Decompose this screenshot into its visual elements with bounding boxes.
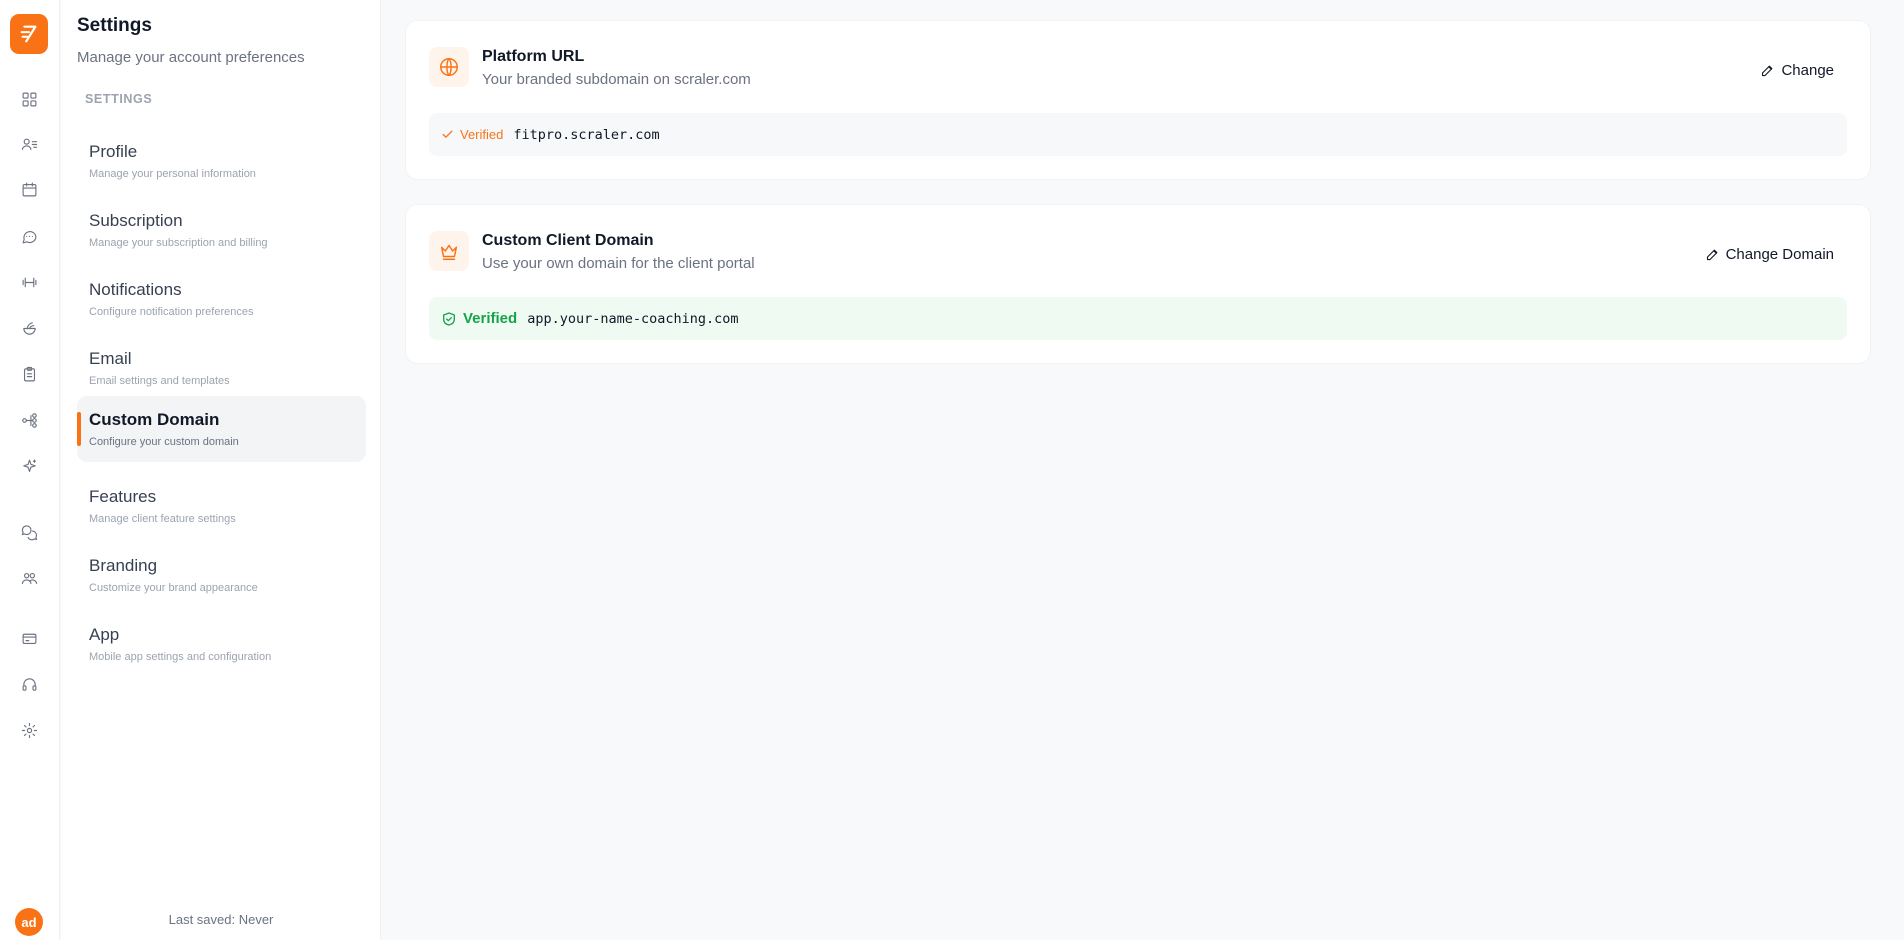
sidebar-item-label: Features — [89, 487, 157, 506]
sidebar-item-subscription[interactable]: Subscription Manage your subscription an… — [77, 197, 366, 263]
avatar[interactable]: ad — [15, 908, 43, 936]
verified-label: Verified — [463, 310, 518, 327]
check-icon — [442, 130, 453, 138]
settings-panel: Settings Manage your account preferences… — [61, 0, 381, 940]
calendar-icon[interactable] — [20, 180, 38, 198]
page-subtitle: Manage your account preferences — [77, 49, 305, 66]
globe-icon — [429, 47, 469, 87]
platform-url-card: Platform URL Your branded subdomain on s… — [405, 20, 1871, 180]
sidebar-item-desc: Configure your custom domain — [89, 436, 239, 448]
sidebar-item-custom-domain[interactable]: Custom Domain Configure your custom doma… — [77, 396, 366, 462]
shield-check-icon — [443, 311, 455, 326]
last-saved-status: Last saved: Never — [168, 912, 274, 927]
sidebar-item-notifications[interactable]: Notifications Configure notification pre… — [77, 266, 366, 332]
custom-domain-value: app.your-name-coaching.com — [527, 310, 739, 327]
sidebar-item-profile[interactable]: Profile Manage your personal information — [77, 128, 366, 194]
sidebar-item-app[interactable]: App Mobile app settings and configuratio… — [77, 611, 366, 677]
change-domain-button[interactable]: Change Domain — [1705, 241, 1834, 267]
dashboard-icon[interactable] — [20, 90, 38, 108]
clipboard-icon[interactable] — [20, 365, 38, 383]
sidebar-item-desc: Manage your personal information — [89, 168, 256, 180]
change-domain-button-label: Change Domain — [1725, 245, 1834, 263]
card-title: Platform URL — [482, 48, 585, 65]
crown-icon — [429, 231, 469, 271]
sidebar-item-desc: Manage client feature settings — [89, 513, 236, 525]
verified-status: Verified — [441, 310, 517, 327]
sidebar-item-email[interactable]: Email Email settings and templates — [77, 335, 366, 401]
settings-icon[interactable] — [20, 721, 38, 739]
verified-label: Verified — [460, 127, 504, 142]
card-subtitle: Use your own domain for the client porta… — [482, 255, 755, 272]
workouts-icon[interactable] — [20, 273, 38, 291]
verified-status: Verified — [441, 127, 503, 142]
change-button-label: Change — [1781, 61, 1834, 79]
support-icon[interactable] — [20, 675, 38, 693]
sidebar-item-label: App — [89, 625, 120, 644]
sidebar-item-label: Branding — [89, 556, 158, 575]
pencil-icon — [1762, 65, 1773, 76]
subdomain-value: fitpro.scraler.com — [513, 126, 660, 143]
app-logo[interactable] — [10, 14, 48, 54]
icon-rail: ad — [0, 0, 60, 940]
sidebar-item-features[interactable]: Features Manage client feature settings — [77, 473, 366, 539]
ai-sparkle-icon[interactable] — [20, 457, 38, 475]
platform-url-status: Verified fitpro.scraler.com — [429, 113, 1847, 156]
section-label: SETTINGS — [85, 92, 153, 106]
sidebar-item-desc: Configure notification preferences — [89, 306, 254, 318]
sidebar-item-desc: Customize your brand appearance — [89, 582, 258, 594]
clients-icon[interactable] — [20, 135, 38, 153]
sidebar-item-desc: Email settings and templates — [89, 375, 230, 387]
sidebar-item-desc: Mobile app settings and configuration — [89, 651, 272, 663]
sidebar-item-label: Notifications — [89, 280, 182, 299]
sidebar-item-desc: Manage your subscription and billing — [89, 237, 268, 249]
sidebar-item-label: Profile — [89, 142, 138, 161]
nutrition-icon[interactable] — [20, 319, 38, 337]
logo-icon — [20, 25, 37, 43]
sidebar-item-label: Email — [89, 349, 132, 368]
card-subtitle: Your branded subdomain on scraler.com — [482, 71, 751, 88]
chat-icon[interactable] — [20, 227, 38, 245]
change-button[interactable]: Change — [1760, 57, 1834, 83]
sidebar-item-label: Custom Domain — [89, 410, 220, 429]
pencil-icon — [1706, 249, 1718, 260]
sidebar-item-branding[interactable]: Branding Customize your brand appearance — [77, 542, 366, 608]
automation-icon[interactable] — [20, 411, 38, 429]
page-title: Settings — [77, 15, 152, 36]
card-title: Custom Client Domain — [482, 232, 654, 249]
sidebar-item-label: Subscription — [89, 211, 183, 230]
team-icon[interactable] — [20, 569, 38, 587]
community-icon[interactable] — [20, 523, 38, 541]
billing-icon[interactable] — [20, 629, 38, 647]
custom-domain-status: Verified app.your-name-coaching.com — [429, 297, 1847, 340]
custom-domain-card: Custom Client Domain Use your own domain… — [405, 204, 1871, 364]
